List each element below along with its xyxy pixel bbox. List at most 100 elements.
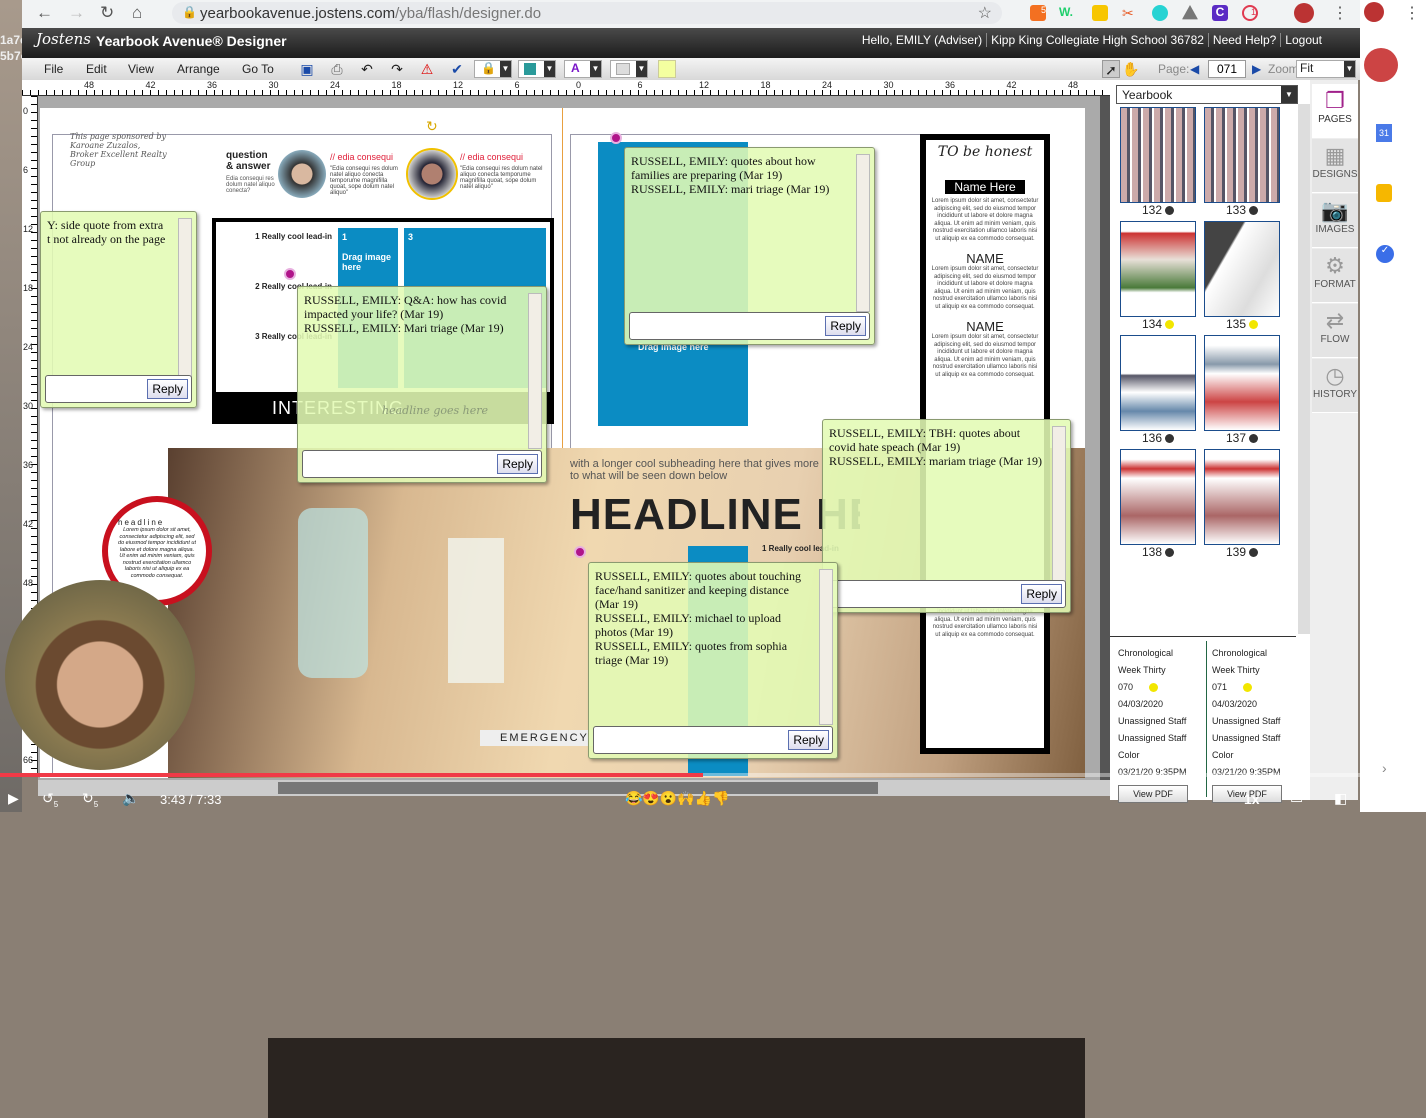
reply-button[interactable]: Reply bbox=[788, 730, 829, 750]
comment-popup[interactable]: RUSSELL, EMILY: quotes about touching fa… bbox=[588, 562, 838, 759]
page-thumbnail[interactable]: 139 bbox=[1204, 449, 1280, 559]
menu-file[interactable]: File bbox=[44, 62, 63, 76]
pages-scrollbar[interactable] bbox=[1298, 104, 1310, 634]
comment-popup[interactable]: RUSSELL, EMILY: TBH: quotes about covid … bbox=[822, 419, 1071, 613]
hand-tool-icon[interactable]: ✋ bbox=[1122, 60, 1140, 78]
book-select[interactable]: Yearbook ▼ bbox=[1116, 85, 1298, 104]
page-number-input[interactable] bbox=[1208, 60, 1246, 78]
menu-dots-icon[interactable]: ⋮ bbox=[1332, 3, 1348, 23]
tab-images[interactable]: 📷 IMAGES bbox=[1312, 194, 1358, 248]
volume-icon[interactable]: 🔈 bbox=[122, 790, 139, 807]
help-link[interactable]: Need Help? bbox=[1207, 33, 1281, 47]
comment-scrollbar[interactable] bbox=[178, 218, 192, 378]
keep-icon[interactable] bbox=[1376, 184, 1392, 202]
sticky-note-icon[interactable] bbox=[658, 60, 676, 78]
comment-pin-icon[interactable] bbox=[610, 132, 622, 144]
preflight-warning-icon[interactable]: ⚠ bbox=[418, 60, 436, 78]
tab-format[interactable]: ⚙ FORMAT bbox=[1312, 249, 1358, 303]
comment-pin-icon[interactable] bbox=[284, 268, 296, 280]
student-photo[interactable] bbox=[278, 150, 326, 198]
comment-scrollbar[interactable] bbox=[528, 293, 542, 449]
comment-popup[interactable]: Y: side quote from extra t not already on… bbox=[40, 211, 197, 408]
undo-icon[interactable]: ↶ bbox=[358, 60, 376, 78]
page-thumbnail[interactable]: 136 bbox=[1120, 335, 1196, 445]
bookmark-star-icon[interactable]: ☆ bbox=[978, 3, 992, 23]
comment-scrollbar[interactable] bbox=[856, 154, 870, 312]
menu-view[interactable]: View bbox=[128, 62, 154, 76]
save-icon[interactable]: ▣ bbox=[298, 60, 316, 78]
image-dropdown[interactable]: ▼ bbox=[518, 60, 556, 78]
play-icon[interactable]: ▶ bbox=[8, 790, 19, 807]
page-thumbnail-grid: 132 133 134 135 136 137 138 139 bbox=[1120, 107, 1290, 559]
zoom-select[interactable]: Fit ▼ bbox=[1296, 60, 1356, 78]
forward-icon[interactable]: → bbox=[68, 3, 85, 23]
canva-icon[interactable]: C bbox=[1212, 5, 1228, 21]
tab-label: HISTORY bbox=[1312, 389, 1358, 400]
comment-scrollbar[interactable] bbox=[1052, 426, 1066, 582]
text-style-dropdown[interactable]: A ▼ bbox=[564, 60, 602, 78]
reply-button[interactable]: Reply bbox=[825, 316, 866, 336]
menu-dots-icon[interactable]: ⋮ bbox=[1404, 3, 1420, 23]
page-thumbnail[interactable]: 138 bbox=[1120, 449, 1196, 559]
fill-dropdown[interactable]: ▼ bbox=[610, 60, 648, 78]
reload-icon[interactable]: ↻ bbox=[100, 3, 114, 23]
pip-icon[interactable]: ◧ bbox=[1334, 790, 1347, 807]
back-icon[interactable]: ← bbox=[36, 3, 53, 23]
forward-icon[interactable]: ↻5 bbox=[82, 790, 98, 809]
reply-button[interactable]: Reply bbox=[147, 379, 188, 399]
home-icon[interactable]: ⌂ bbox=[132, 3, 142, 23]
reply-button[interactable]: Reply bbox=[1021, 584, 1062, 604]
comment-pin-icon[interactable] bbox=[574, 546, 586, 558]
rotate-handle-icon[interactable]: ↻ bbox=[426, 118, 438, 135]
profile-avatar[interactable] bbox=[1294, 3, 1314, 23]
fullscreen-icon[interactable]: ⛶ bbox=[1390, 790, 1400, 807]
skip-seconds: 5 bbox=[93, 799, 99, 809]
page-thumbnail[interactable]: 137 bbox=[1204, 335, 1280, 445]
emoji-reactions[interactable]: 😂😍😮🙌👍👎 bbox=[625, 790, 730, 807]
comment-popup[interactable]: RUSSELL, EMILY: quotes about how familie… bbox=[624, 147, 875, 345]
menu-go-to[interactable]: Go To bbox=[242, 62, 274, 76]
calendar-icon[interactable]: 31 bbox=[1376, 124, 1392, 142]
tasks-icon[interactable]: ✓ bbox=[1376, 245, 1394, 263]
gear-icon: ⚙ bbox=[1325, 253, 1345, 278]
redo-icon[interactable]: ↷ bbox=[388, 60, 406, 78]
tab-flow[interactable]: ⇄ FLOW bbox=[1312, 304, 1358, 358]
camera-icon: 📷 bbox=[1321, 198, 1349, 223]
page-thumbnail[interactable]: 133 bbox=[1204, 107, 1280, 217]
profile-avatar[interactable] bbox=[1364, 2, 1384, 22]
prev-page-icon[interactable]: ◀ bbox=[1190, 62, 1199, 76]
canvas-vertical-scrollbar[interactable] bbox=[1100, 96, 1110, 780]
spellcheck-icon[interactable]: ✔ bbox=[448, 60, 466, 78]
print-icon[interactable]: ⎙ bbox=[328, 60, 346, 78]
address-bar[interactable]: 🔒 yearbookavenue.jostens.com/yba/flash/d… bbox=[172, 2, 1002, 24]
extension-icon[interactable]: 5 bbox=[1030, 5, 1046, 21]
tab-designs[interactable]: ▦ DESIGNS bbox=[1312, 139, 1358, 193]
profile-avatar[interactable] bbox=[1364, 48, 1398, 82]
ruler-tick-label: 30 bbox=[883, 80, 894, 90]
theater-mode-icon[interactable]: ▭ bbox=[1290, 790, 1303, 807]
lock-dropdown[interactable]: 🔒 ▼ bbox=[474, 60, 512, 78]
logout-link[interactable]: Logout bbox=[1280, 33, 1326, 47]
video-progress-bar[interactable] bbox=[0, 773, 1426, 777]
page-thumbnail[interactable]: 134 bbox=[1120, 221, 1196, 331]
page-thumbnail[interactable]: 135 bbox=[1204, 221, 1280, 331]
select-tool-icon[interactable]: ➚ bbox=[1102, 60, 1120, 78]
page-thumbnail[interactable]: 132 bbox=[1120, 107, 1196, 217]
comment-popup[interactable]: RUSSELL, EMILY: Q&A: how has covid impac… bbox=[297, 286, 547, 483]
tab-history[interactable]: ◷ HISTORY bbox=[1312, 359, 1358, 413]
playback-speed[interactable]: 1x bbox=[1244, 791, 1260, 807]
next-page-icon[interactable]: ▶ bbox=[1252, 62, 1261, 76]
extension-icon[interactable] bbox=[1092, 5, 1108, 21]
student-photo-selected[interactable] bbox=[406, 148, 458, 200]
tab-pages[interactable]: ❐ PAGES bbox=[1312, 84, 1358, 138]
drive-icon[interactable] bbox=[1182, 5, 1198, 20]
reply-button[interactable]: Reply bbox=[497, 454, 538, 474]
comment-scrollbar[interactable] bbox=[819, 569, 833, 725]
menu-edit[interactable]: Edit bbox=[86, 62, 107, 76]
scissors-extension-icon[interactable]: ✂ bbox=[1122, 5, 1138, 21]
menu-arrange[interactable]: Arrange bbox=[177, 62, 220, 76]
extension-w-icon[interactable]: W. bbox=[1059, 5, 1073, 19]
rewind-icon[interactable]: ↺5 bbox=[42, 790, 58, 809]
extension-icon[interactable]: 1 bbox=[1242, 5, 1258, 21]
extension-icon[interactable] bbox=[1152, 5, 1168, 21]
